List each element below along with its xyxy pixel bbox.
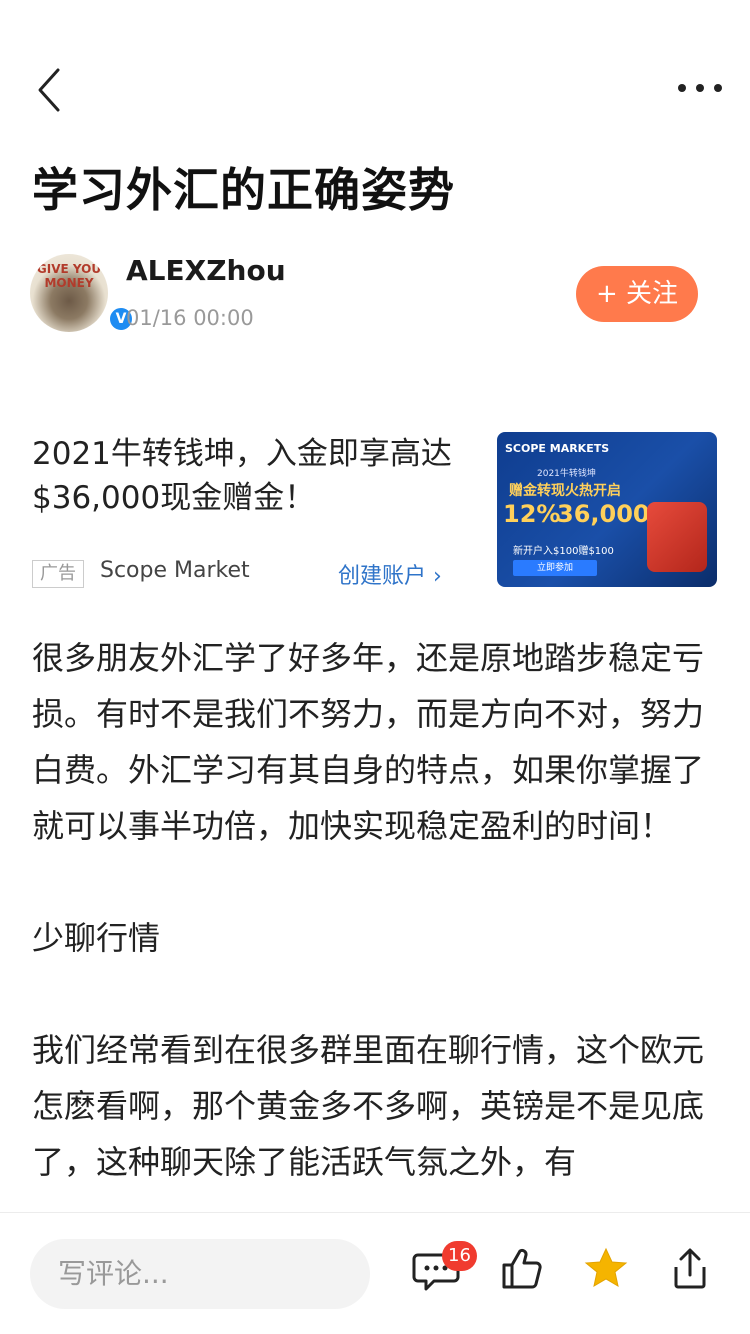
ad-image-rate: 12% bbox=[503, 500, 561, 528]
ad-image[interactable]: SCOPE MARKETS 2021牛转钱坤 赠金转现火热开启 12% 36,0… bbox=[497, 432, 717, 587]
top-navigation-bar bbox=[0, 50, 750, 130]
sponsored-ad-card[interactable]: 2021牛转钱坤，入金即享高达$36,000现金赠金！ 广告 Scope Mar… bbox=[32, 432, 718, 592]
more-dots-icon[interactable] bbox=[672, 68, 728, 108]
ad-image-headline: 赠金转现火热开启 bbox=[509, 483, 621, 499]
share-icon[interactable] bbox=[664, 1243, 716, 1295]
avatar-text: GIVE YOU MONEY bbox=[36, 262, 102, 290]
ad-create-account-link[interactable]: 创建账户 › bbox=[338, 558, 442, 590]
comment-count-badge: 16 bbox=[442, 1241, 477, 1271]
ad-image-subtitle: 2021牛转钱坤 bbox=[537, 469, 596, 479]
author-row: GIVE YOU MONEY V ALEXZhou 01/16 00:00 + … bbox=[30, 254, 720, 338]
article-paragraph: 很多朋友外汇学了好多年，还是原地踏步稳定亏损。有时不是我们不努力，而是方向不对，… bbox=[32, 639, 705, 845]
ad-image-brand: SCOPE MARKETS bbox=[505, 442, 610, 455]
article-body: 很多朋友外汇学了好多年，还是原地踏步稳定亏损。有时不是我们不努力，而是方向不对，… bbox=[32, 630, 722, 1246]
ad-image-amount: 36,000 bbox=[557, 500, 650, 528]
like-icon[interactable] bbox=[496, 1243, 548, 1295]
ad-badge: 广告 bbox=[32, 560, 84, 588]
ad-image-offer: 新开户入$100赠$100 bbox=[513, 546, 614, 557]
comment-input[interactable]: 写评论... bbox=[30, 1239, 370, 1309]
publish-time: 01/16 00:00 bbox=[126, 306, 254, 330]
ad-title[interactable]: 2021牛转钱坤，入金即享高达$36,000现金赠金！ bbox=[32, 432, 472, 520]
follow-button[interactable]: + 关注 bbox=[576, 266, 698, 322]
ad-image-join-button[interactable]: 立即参加 bbox=[513, 560, 597, 576]
bottom-action-bar: 写评论... 16 bbox=[0, 1212, 750, 1334]
article-title: 学习外汇的正确姿势 bbox=[32, 163, 455, 217]
favorite-star-icon[interactable] bbox=[580, 1243, 632, 1295]
ad-red-envelope-decoration bbox=[647, 502, 707, 572]
author-name[interactable]: ALEXZhou bbox=[126, 254, 286, 287]
back-chevron-icon[interactable] bbox=[26, 64, 76, 116]
ad-source: Scope Market bbox=[100, 558, 250, 583]
avatar[interactable]: GIVE YOU MONEY bbox=[30, 254, 108, 332]
article-subheading: 少聊行情 bbox=[32, 919, 161, 957]
article-paragraph: 我们经常看到在很多群里面在聊行情，这个欧元怎麽看啊，那个黄金多不多啊，英镑是不是… bbox=[32, 1031, 705, 1181]
